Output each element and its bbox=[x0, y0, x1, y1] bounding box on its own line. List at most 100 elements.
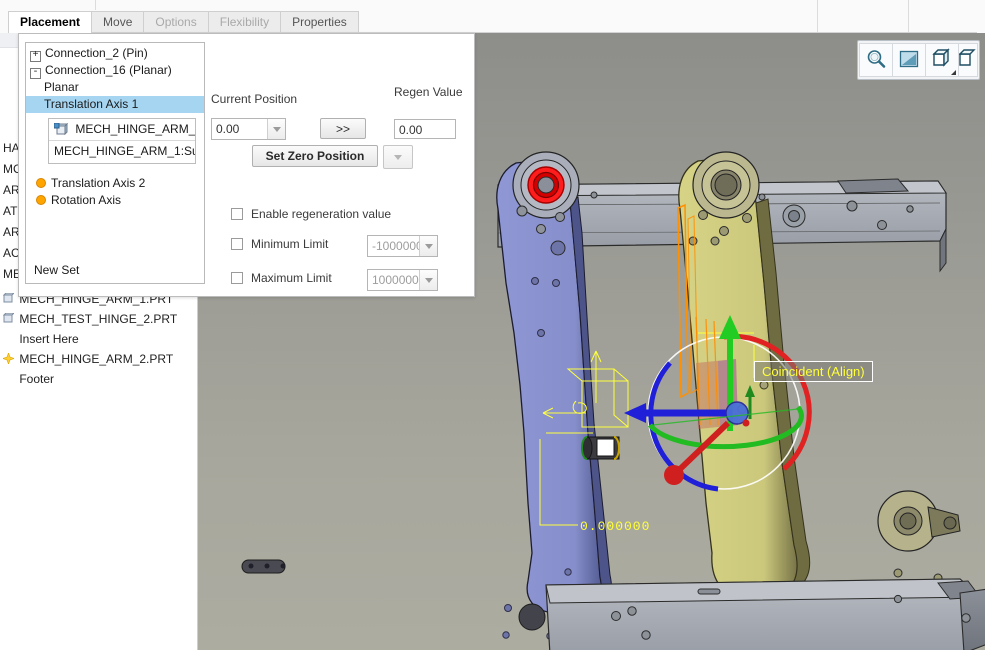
minimum-limit-row[interactable]: Minimum Limit bbox=[231, 237, 328, 251]
part-icon bbox=[3, 290, 14, 301]
tab-move[interactable]: Move bbox=[91, 11, 144, 33]
collapse-minus-icon[interactable]: - bbox=[30, 68, 41, 79]
list-item[interactable]: HA bbox=[0, 138, 20, 159]
tree-row-connection-2[interactable]: + Connection_2 (Pin) bbox=[26, 45, 204, 62]
list-item[interactable]: AR bbox=[0, 180, 20, 201]
tree-item-mech-test-hinge-2[interactable]: MECH_TEST_HINGE_2.PRT bbox=[0, 309, 197, 329]
expand-plus-icon[interactable]: + bbox=[30, 51, 41, 62]
regen-value-label: Regen Value bbox=[394, 85, 463, 99]
view-cube-icon bbox=[931, 48, 953, 73]
refit-button[interactable] bbox=[892, 43, 926, 77]
tree-item-label: MECH_TEST_HINGE_2.PRT bbox=[19, 312, 177, 326]
footer-icon bbox=[3, 373, 14, 384]
tree-row-label: Connection_2 (Pin) bbox=[45, 46, 148, 60]
list-item[interactable]: AR bbox=[0, 222, 20, 243]
chevron-down-icon[interactable] bbox=[951, 70, 956, 75]
minimum-limit-combo[interactable]: -1000000.0 bbox=[367, 235, 438, 257]
toolbar-separator bbox=[908, 0, 909, 33]
minimum-limit-checkbox[interactable] bbox=[231, 238, 243, 250]
enable-regeneration-label: Enable regeneration value bbox=[251, 207, 391, 221]
list-item[interactable]: AT bbox=[0, 201, 20, 222]
current-position-combo[interactable]: 0.00 bbox=[211, 118, 286, 140]
reference-row-arm-2[interactable]: MECH_HINGE_ARM_2:S bbox=[49, 119, 195, 141]
tree-row-translation-axis-2[interactable]: Translation Axis 2 bbox=[26, 175, 204, 192]
set-zero-position-button[interactable]: Set Zero Position bbox=[252, 145, 378, 167]
reference-row-arm-1[interactable]: MECH_HINGE_ARM_1:Surf:I bbox=[49, 141, 195, 162]
placement-dialog[interactable]: + Connection_2 (Pin) -Connection_16 (Plan… bbox=[18, 33, 475, 297]
new-set-label: New Set bbox=[34, 263, 79, 277]
maximum-limit-checkbox[interactable] bbox=[231, 272, 243, 284]
model-tree-clipped-items: HA MC AR AT AR AC ME bbox=[0, 138, 20, 285]
tab-properties[interactable]: Properties bbox=[280, 11, 359, 33]
tree-item-label: Insert Here bbox=[19, 332, 78, 346]
tree-row-label: Translation Axis 2 bbox=[51, 176, 145, 190]
tree-row-connection-16[interactable]: -Connection_16 (Planar) bbox=[26, 62, 204, 79]
toolbar-separator bbox=[817, 0, 818, 33]
maximum-limit-value[interactable]: 1000000.00 bbox=[368, 270, 419, 290]
insert-icon bbox=[3, 333, 14, 344]
model-tree-items: MECH_HINGE_ARM_1.PRT MECH_TEST_HINGE_2.P… bbox=[0, 289, 197, 389]
tab-flexibility[interactable]: Flexibility bbox=[208, 11, 281, 33]
zoom-button[interactable] bbox=[859, 43, 893, 77]
enable-regeneration-row[interactable]: Enable regeneration value bbox=[231, 207, 391, 221]
current-position-value[interactable]: 0.00 bbox=[212, 119, 267, 139]
maximum-limit-row[interactable]: Maximum Limit bbox=[231, 271, 332, 285]
tab-options[interactable]: Options bbox=[143, 11, 208, 33]
tree-row-label: Rotation Axis bbox=[51, 193, 121, 207]
display-style-button[interactable] bbox=[958, 43, 978, 77]
maximum-limit-combo[interactable]: 1000000.00 bbox=[367, 269, 438, 291]
tree-row-label: Planar bbox=[44, 80, 79, 94]
orange-dot-icon bbox=[36, 178, 46, 188]
reference-list[interactable]: MECH_HINGE_ARM_2:S MECH_HINGE_ARM_1:Surf… bbox=[48, 118, 196, 164]
knuckle-detail bbox=[878, 491, 960, 551]
tree-item-mech-hinge-arm-2[interactable]: MECH_HINGE_ARM_2.PRT bbox=[0, 349, 197, 369]
surface-icon bbox=[54, 121, 68, 133]
tree-row-planar[interactable]: Planar bbox=[26, 79, 204, 96]
reference-label: MECH_HINGE_ARM_1:Surf:I bbox=[54, 144, 195, 158]
toolbar-separator bbox=[95, 0, 96, 10]
list-item[interactable]: AC bbox=[0, 243, 20, 264]
view-orientation-button[interactable] bbox=[925, 43, 959, 77]
constraint-tag-coincident[interactable]: Coincident (Align) bbox=[754, 361, 873, 382]
transfer-button[interactable]: >> bbox=[320, 118, 366, 139]
pin-highlight bbox=[582, 437, 619, 459]
tab-placement[interactable]: Placement bbox=[8, 11, 92, 33]
top-bar: Placement Move Options Flexibility Prope… bbox=[0, 0, 985, 33]
refit-shaded-icon bbox=[898, 48, 920, 73]
minimum-limit-value[interactable]: -1000000.0 bbox=[368, 236, 419, 256]
part-icon bbox=[3, 310, 14, 321]
dimension-value-text: 0.000000 bbox=[580, 519, 650, 534]
chevron-down-icon[interactable] bbox=[267, 119, 285, 139]
dashboard-tabstrip: Placement Move Options Flexibility Prope… bbox=[8, 11, 358, 33]
new-set-item[interactable]: New Set bbox=[26, 262, 204, 279]
set-zero-position-label: Set Zero Position bbox=[266, 149, 365, 163]
part-active-icon bbox=[3, 350, 14, 361]
list-item[interactable]: ME bbox=[0, 264, 20, 285]
tree-item-insert-here[interactable]: Insert Here bbox=[0, 329, 197, 349]
reference-label: MECH_HINGE_ARM_2:S bbox=[75, 122, 195, 136]
current-position-label: Current Position bbox=[211, 92, 297, 106]
regen-value-field[interactable]: 0.00 bbox=[394, 119, 456, 139]
tree-row-label: Connection_16 (Planar) bbox=[45, 63, 172, 77]
minimum-limit-label: Minimum Limit bbox=[251, 237, 328, 251]
zoom-magnifier-icon bbox=[865, 48, 887, 73]
tree-item-footer[interactable]: Footer bbox=[0, 369, 197, 389]
chevron-down-icon bbox=[394, 155, 402, 160]
tree-item-label: MECH_HINGE_ARM_2.PRT bbox=[19, 352, 173, 366]
frame-rail-lower bbox=[546, 579, 985, 650]
list-item[interactable]: MC bbox=[0, 159, 20, 180]
enable-regeneration-checkbox[interactable] bbox=[231, 208, 243, 220]
display-style-icon bbox=[958, 48, 978, 73]
connection-tree[interactable]: + Connection_2 (Pin) -Connection_16 (Plan… bbox=[25, 42, 205, 284]
tree-row-translation-axis-1[interactable]: Translation Axis 1 bbox=[26, 96, 204, 113]
chevron-down-icon[interactable] bbox=[419, 270, 437, 290]
tree-item-label: Footer bbox=[19, 372, 54, 386]
set-zero-dropdown-button[interactable] bbox=[383, 145, 413, 169]
tree-row-rotation-axis[interactable]: Rotation Axis bbox=[26, 192, 204, 209]
viewport-toolbar bbox=[857, 40, 980, 80]
orange-dot-icon bbox=[36, 195, 46, 205]
transfer-button-label: >> bbox=[336, 122, 350, 136]
chevron-down-icon[interactable] bbox=[419, 236, 437, 256]
tree-row-label: Translation Axis 1 bbox=[44, 97, 138, 111]
maximum-limit-label: Maximum Limit bbox=[251, 271, 332, 285]
